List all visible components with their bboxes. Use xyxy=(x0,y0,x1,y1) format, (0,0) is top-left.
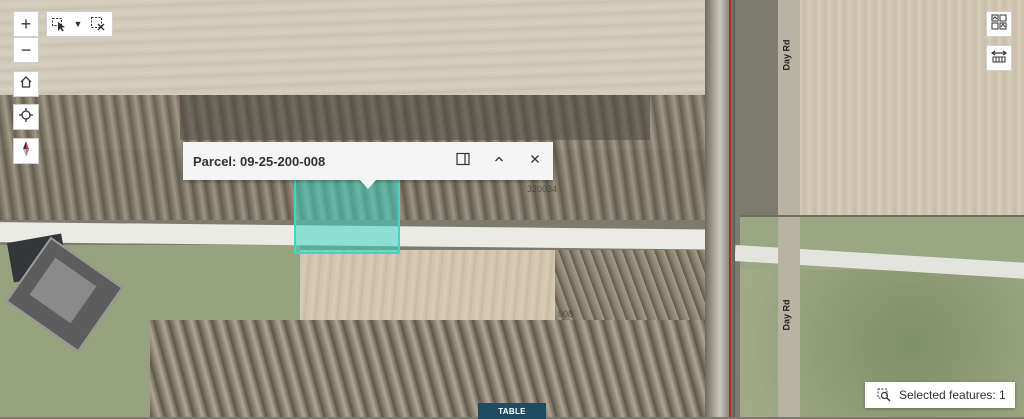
parcel-number-label: 320034 xyxy=(527,184,558,194)
locate-icon xyxy=(18,107,34,128)
feature-popup: Parcel: 09-25-200-008 xyxy=(183,142,553,180)
chevron-up-icon xyxy=(493,152,505,170)
boundary-line xyxy=(729,0,731,417)
selected-parcel[interactable] xyxy=(294,178,400,254)
compass-icon xyxy=(18,140,34,163)
dock-icon xyxy=(456,152,470,171)
clear-selection-icon xyxy=(90,16,106,32)
woods-imagery xyxy=(150,320,710,417)
home-button[interactable] xyxy=(13,71,39,97)
swipe-icon xyxy=(990,48,1008,69)
home-icon xyxy=(19,75,33,94)
map-view[interactable]: Day Rd Day Rd 320034 008 xyxy=(0,0,1024,417)
tree-shadow-imagery xyxy=(180,95,650,140)
dock-popup-button[interactable] xyxy=(445,142,481,180)
locate-button[interactable] xyxy=(13,104,39,130)
road-label-day-rd: Day Rd xyxy=(781,39,792,71)
basemap-gallery-button[interactable] xyxy=(986,11,1012,37)
zoom-out-button[interactable]: − xyxy=(13,37,39,63)
selected-features-panel[interactable]: Selected features: 1 xyxy=(865,382,1015,408)
road-label-day-rd: Day Rd xyxy=(781,299,792,331)
selection-toolbar: ▼ xyxy=(46,11,113,37)
selected-features-label: Selected features: 1 xyxy=(899,388,1006,402)
zoom-to-selection-icon xyxy=(877,388,891,402)
basemap-icon xyxy=(991,14,1007,35)
select-mode-dropdown[interactable]: ▼ xyxy=(71,12,85,36)
close-popup-button[interactable] xyxy=(517,142,553,180)
clear-selection-button[interactable] xyxy=(85,12,111,36)
chevron-down-icon: ▼ xyxy=(73,19,83,29)
collapse-popup-button[interactable] xyxy=(481,142,517,180)
fence-line xyxy=(740,215,1024,217)
select-icon xyxy=(51,16,67,32)
swipe-button[interactable] xyxy=(986,45,1012,71)
compass-button[interactable] xyxy=(13,138,39,164)
zoom-in-button[interactable]: + xyxy=(13,11,39,37)
select-tool-button[interactable] xyxy=(47,12,71,36)
parcel-number-label: 008 xyxy=(558,309,574,319)
popup-pointer xyxy=(360,180,376,189)
close-icon xyxy=(529,152,541,170)
popup-title: Parcel: 09-25-200-008 xyxy=(193,153,326,169)
